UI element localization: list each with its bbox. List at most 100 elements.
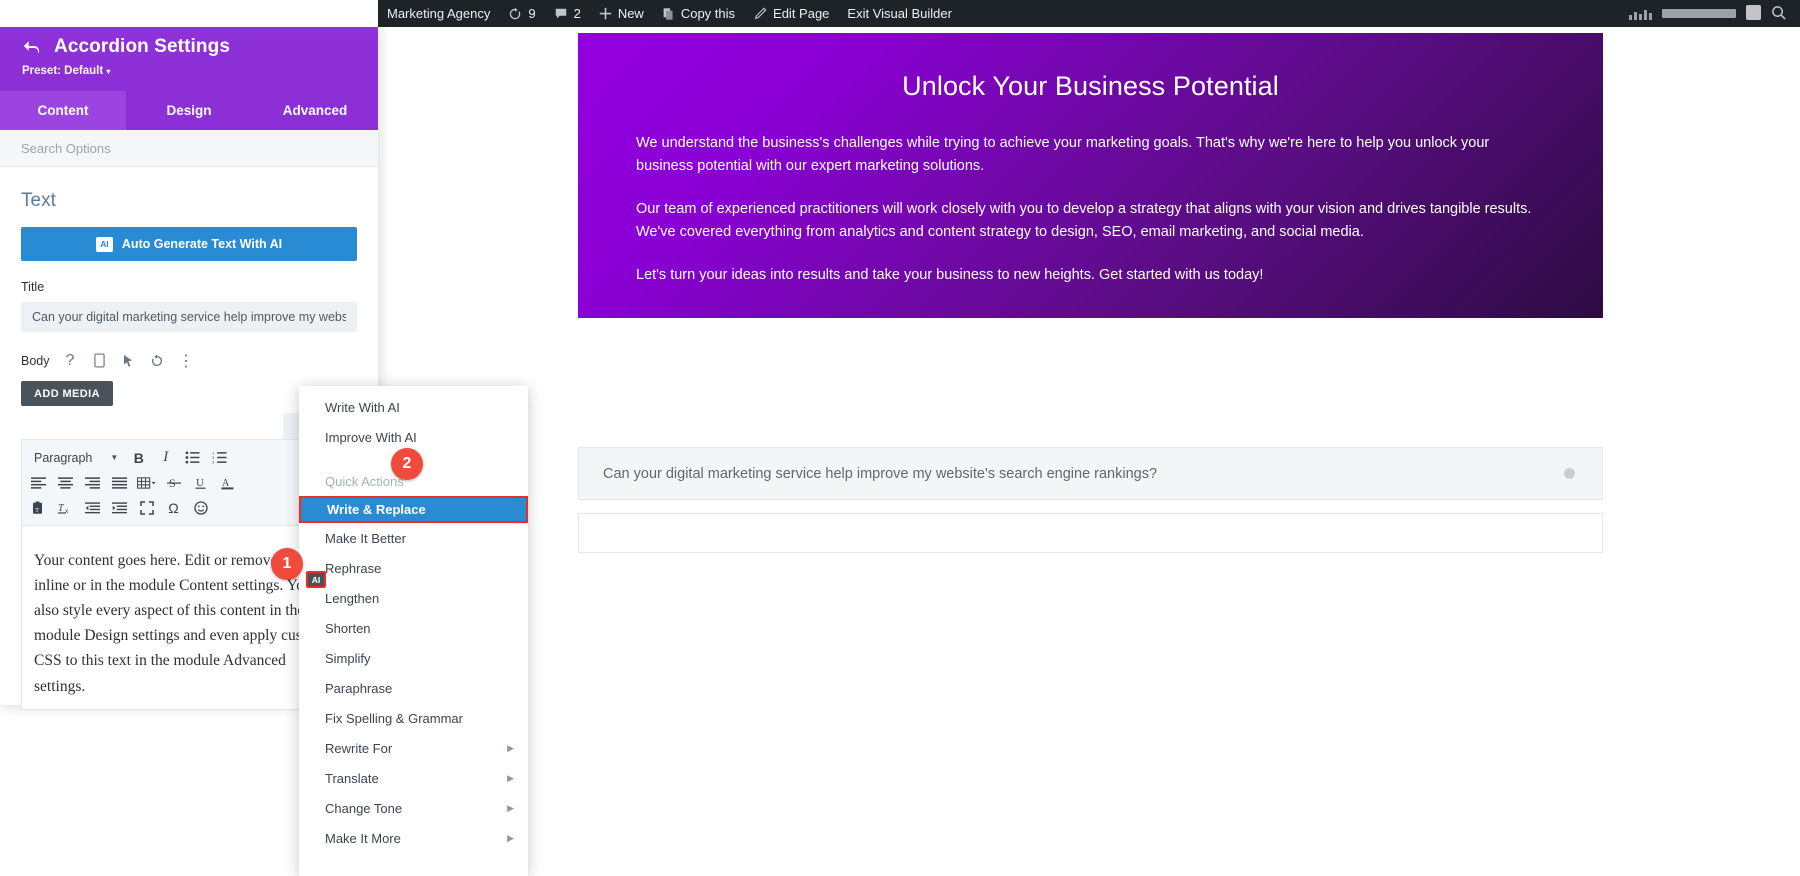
- format-select-value: Paragraph: [34, 450, 93, 465]
- tab-advanced[interactable]: Advanced: [252, 91, 378, 130]
- ai-menu-item-rephrase[interactable]: Rephrase: [299, 553, 528, 583]
- chevron-right-icon: ▶: [507, 742, 514, 753]
- ai-menu-item-write-with-ai[interactable]: Write With AI: [299, 392, 528, 422]
- ai-menu-item-change-tone[interactable]: Change Tone ▶: [299, 793, 528, 823]
- pencil-icon: [753, 7, 767, 21]
- accordion-item-title: Can your digital marketing service help …: [603, 465, 1158, 482]
- step-marker-1-label: 1: [282, 555, 292, 572]
- align-justify-icon[interactable]: [107, 471, 132, 494]
- emoji-icon[interactable]: [188, 496, 213, 519]
- comment-icon: [554, 7, 568, 21]
- search-icon[interactable]: [1771, 5, 1786, 23]
- ai-menu-item-label: Change Tone: [325, 800, 403, 816]
- search-options-bar[interactable]: [0, 130, 378, 167]
- back-arrow-icon[interactable]: [22, 38, 41, 57]
- edit-page-label: Edit Page: [773, 6, 830, 21]
- title-field[interactable]: [21, 302, 357, 332]
- title-field-label: Title: [21, 280, 45, 294]
- bullet-list-icon[interactable]: [180, 446, 205, 469]
- align-center-icon[interactable]: [53, 471, 78, 494]
- outdent-icon[interactable]: [80, 496, 105, 519]
- fullscreen-icon[interactable]: [134, 496, 159, 519]
- section-title-text: Text: [21, 190, 56, 211]
- ai-menu-item-rewrite-for[interactable]: Rewrite For ▶: [299, 733, 528, 763]
- reset-icon[interactable]: [149, 352, 166, 369]
- ai-chip-label: AI: [100, 239, 109, 249]
- ai-menu-item-simplify[interactable]: Simplify: [299, 643, 528, 673]
- help-icon[interactable]: ?: [62, 352, 79, 369]
- search-input[interactable]: [21, 140, 357, 156]
- clear-formatting-icon[interactable]: Tx: [53, 496, 78, 519]
- tab-content[interactable]: Content: [0, 91, 126, 130]
- ai-menu-item-label: Write With AI: [325, 399, 400, 415]
- tab-design[interactable]: Design: [126, 91, 252, 130]
- ai-menu-item-label: Lengthen: [325, 590, 380, 606]
- hero-paragraph-1: We understand the business's challenges …: [636, 135, 1490, 175]
- tab-advanced-label: Advanced: [282, 103, 348, 118]
- svg-text:3: 3: [212, 459, 214, 464]
- update-icon: [508, 7, 522, 21]
- auto-generate-text-with-ai-button[interactable]: AI Auto Generate Text With AI: [21, 227, 357, 261]
- responsive-icon[interactable]: [91, 352, 108, 369]
- ai-menu-item-label: Rewrite For: [325, 740, 393, 756]
- format-select[interactable]: Paragraph ▼: [26, 451, 124, 465]
- ai-menu-item-label: Translate: [325, 770, 379, 786]
- admin-bar-site-name[interactable]: Marketing Agency: [378, 0, 499, 27]
- admin-bar-meta-blocks: [1629, 8, 1652, 20]
- ai-menu-item-paraphrase[interactable]: Paraphrase: [299, 673, 528, 703]
- svg-text:T: T: [35, 508, 39, 514]
- ai-menu-item-fix-spelling-and-grammar[interactable]: Fix Spelling & Grammar: [299, 703, 528, 733]
- align-right-icon[interactable]: [80, 471, 105, 494]
- avatar[interactable]: [1746, 4, 1761, 23]
- admin-bar-comments[interactable]: 2: [545, 0, 590, 27]
- more-options-icon[interactable]: ⋮: [178, 352, 195, 370]
- numbered-list-icon[interactable]: 123: [207, 446, 232, 469]
- accordion-item-header[interactable]: Can your digital marketing service help …: [578, 447, 1603, 500]
- paste-as-text-icon[interactable]: T: [26, 496, 51, 519]
- italic-icon[interactable]: I: [153, 446, 178, 469]
- wysiwyg-editor: Visual Paragraph ▼ B I 123: [21, 386, 528, 876]
- admin-bar-updates[interactable]: 9: [499, 0, 544, 27]
- ai-actions-menu: Write With AI Improve With AI Quick Acti…: [299, 386, 528, 876]
- ai-menu-item-translate[interactable]: Translate ▶: [299, 763, 528, 793]
- module-settings-panel: Accordion Settings Preset: Default ▾ Con…: [0, 27, 528, 876]
- inline-ai-label: AI: [311, 574, 321, 585]
- admin-bar-copy-this[interactable]: Copy this: [653, 0, 744, 27]
- ai-menu-item-label: Improve With AI: [325, 429, 417, 445]
- svg-text:x: x: [65, 508, 69, 515]
- ai-menu-item-label: Make It More: [325, 830, 401, 846]
- indent-icon[interactable]: [107, 496, 132, 519]
- underline-icon[interactable]: U: [188, 471, 213, 494]
- ai-menu-item-lengthen[interactable]: Lengthen: [299, 583, 528, 613]
- ai-menu-item-make-it-better[interactable]: Make It Better: [299, 523, 528, 553]
- panel-body: Text AI Auto Generate Text With AI Title…: [0, 190, 528, 876]
- new-label: New: [617, 6, 644, 21]
- ai-menu-item-label: Fix Spelling & Grammar: [325, 710, 463, 726]
- admin-bar-new[interactable]: New: [590, 0, 653, 27]
- exit-builder-label: Exit Visual Builder: [847, 6, 952, 21]
- align-left-icon[interactable]: [26, 471, 51, 494]
- bold-icon[interactable]: B: [126, 446, 151, 469]
- ai-menu-item-write-and-replace[interactable]: Write & Replace: [299, 496, 528, 523]
- admin-bar-exit-visual-builder[interactable]: Exit Visual Builder: [838, 0, 961, 27]
- panel-header: Accordion Settings Preset: Default ▾: [0, 27, 378, 91]
- special-character-icon[interactable]: Ω: [161, 496, 186, 519]
- ai-menu-item-make-it-more[interactable]: Make It More ▶: [299, 823, 528, 853]
- preset-selector[interactable]: Preset: Default ▾: [22, 65, 356, 77]
- svg-text:A: A: [222, 478, 230, 489]
- admin-bar-right-group: [1629, 4, 1800, 23]
- text-color-icon[interactable]: A: [215, 471, 240, 494]
- toggle-dot-icon[interactable]: [1564, 468, 1575, 479]
- strikethrough-icon[interactable]: S: [161, 471, 186, 494]
- ai-menu-item-improve-with-ai[interactable]: Improve With AI: [299, 422, 528, 452]
- add-media-button[interactable]: ADD MEDIA: [21, 381, 113, 406]
- ai-menu-item-label: Paraphrase: [325, 680, 393, 696]
- accordion-item-body: [578, 513, 1603, 553]
- hero-paragraph-3: Let's turn your ideas into results and t…: [636, 266, 1264, 283]
- preset-label: Preset: Default: [22, 65, 104, 77]
- inline-ai-button[interactable]: AI: [306, 571, 326, 588]
- hover-icon[interactable]: [120, 352, 137, 369]
- admin-bar-edit-page[interactable]: Edit Page: [744, 0, 838, 27]
- ai-menu-item-shorten[interactable]: Shorten: [299, 613, 528, 643]
- table-icon[interactable]: [134, 471, 159, 494]
